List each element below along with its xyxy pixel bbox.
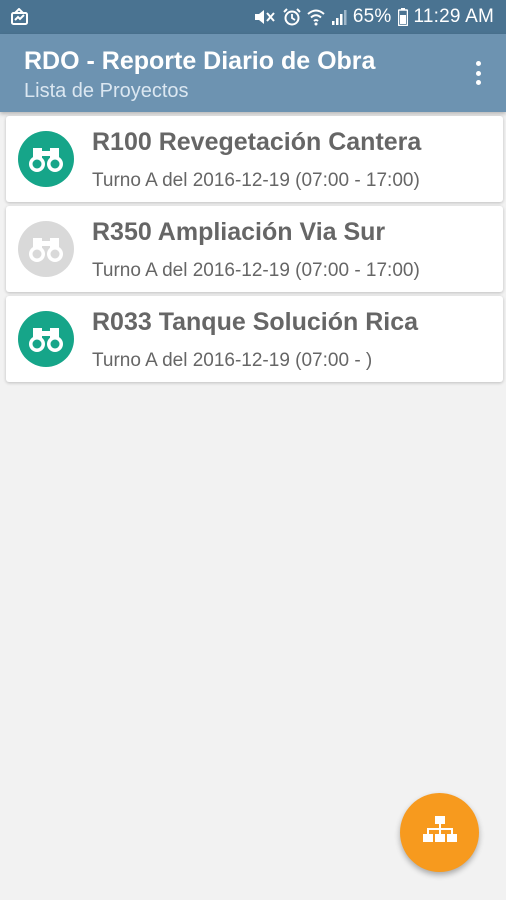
project-title: R033 Tanque Solución Rica <box>92 308 419 336</box>
project-list: R100 Revegetación Cantera Turno A del 20… <box>6 116 503 386</box>
project-item[interactable]: R350 Ampliación Via Sur Turno A del 2016… <box>6 206 503 292</box>
binoculars-icon <box>18 221 74 277</box>
sitemap-icon <box>422 815 458 850</box>
alarm-icon <box>283 8 301 26</box>
wifi-icon <box>307 8 325 26</box>
app-bar: RDO - Reporte Diario de Obra Lista de Pr… <box>0 34 506 112</box>
project-item[interactable]: R033 Tanque Solución Rica Turno A del 20… <box>6 296 503 382</box>
project-title: R100 Revegetación Cantera <box>92 128 422 156</box>
project-shift: Turno A del 2016-12-19 (07:00 - ) <box>92 350 373 371</box>
app-title: RDO - Reporte Diario de Obra <box>24 47 376 75</box>
binoculars-icon <box>18 311 74 367</box>
sitemap-fab-button[interactable] <box>400 793 479 872</box>
battery-icon <box>397 8 408 26</box>
notification-icon <box>10 8 30 26</box>
status-bar: 65% 11:29 AM <box>0 0 506 34</box>
project-title: R350 Ampliación Via Sur <box>92 218 386 246</box>
more-vert-icon[interactable] <box>468 58 488 88</box>
mute-icon <box>253 8 277 26</box>
app-subtitle: Lista de Proyectos <box>24 80 189 102</box>
battery-percent: 65% <box>352 6 392 27</box>
clock: 11:29 AM <box>413 6 494 27</box>
project-shift: Turno A del 2016-12-19 (07:00 - 17:00) <box>92 170 420 191</box>
binoculars-icon <box>18 131 74 187</box>
signal-icon <box>331 8 347 26</box>
project-shift: Turno A del 2016-12-19 (07:00 - 17:00) <box>92 260 420 281</box>
project-item[interactable]: R100 Revegetación Cantera Turno A del 20… <box>6 116 503 202</box>
